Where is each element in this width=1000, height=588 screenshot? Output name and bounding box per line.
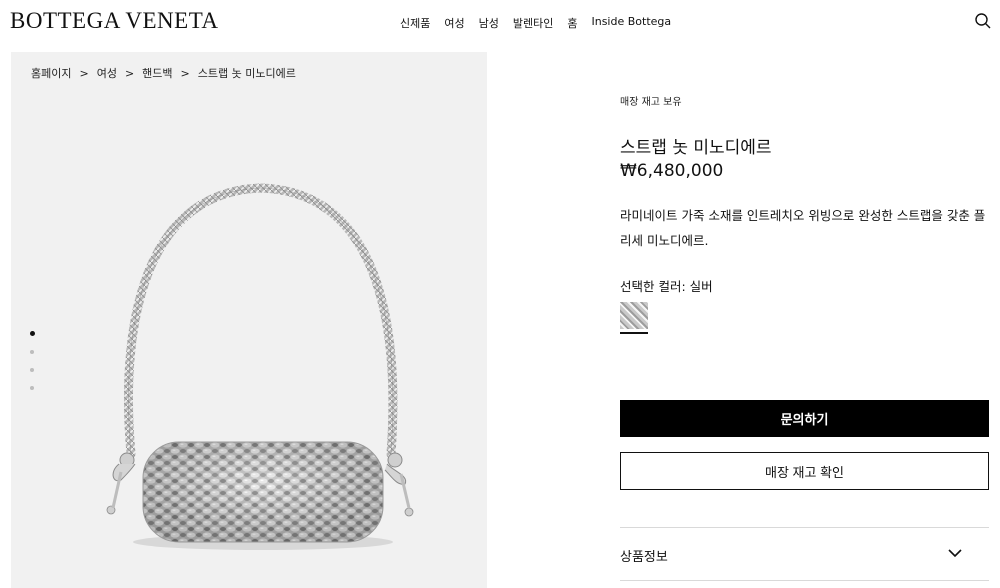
divider (620, 580, 989, 581)
selected-color-label: 선택한 컬러: 실버 (620, 279, 713, 294)
gallery-dot-1[interactable] (30, 331, 35, 336)
gallery-dot-3[interactable] (30, 368, 34, 372)
gallery-dot-2[interactable] (30, 350, 34, 354)
breadcrumb-separator: > (79, 67, 89, 80)
nav-item-men[interactable]: 남성 (479, 15, 499, 31)
breadcrumb-handbags[interactable]: 핸드백 (142, 67, 172, 80)
knot-left (106, 452, 136, 515)
breadcrumb-current: 스트랩 놋 미노디에르 (197, 67, 296, 80)
color-swatch-silver[interactable] (620, 302, 648, 334)
breadcrumb-separator: > (180, 67, 190, 80)
breadcrumb-women[interactable]: 여성 (97, 67, 117, 80)
breadcrumb: 홈페이지 > 여성 > 핸드백 > 스트랩 놋 미노디에르 (31, 65, 300, 81)
swatch-image (620, 302, 648, 329)
product-gallery: 홈페이지 > 여성 > 핸드백 > 스트랩 놋 미노디에르 (11, 52, 487, 588)
nav-item-women[interactable]: 여성 (444, 15, 464, 31)
inquire-button[interactable]: 문의하기 (620, 400, 989, 437)
nav-item-valentine[interactable]: 발렌타인 (513, 15, 553, 31)
gallery-dot-4[interactable] (30, 386, 34, 390)
check-store-stock-button[interactable]: 매장 재고 확인 (620, 452, 989, 490)
product-image[interactable] (91, 112, 431, 562)
nav-item-new[interactable]: 신제품 (400, 15, 430, 31)
product-description: 라미네이트 가죽 소재를 인트레치오 위빙으로 완성한 스트랩을 갖춘 플리세 … (620, 208, 986, 248)
product-info-label: 상품정보 (620, 550, 668, 565)
gallery-pagination (30, 331, 38, 404)
product-title: 스트랩 놋 미노디에르 (620, 138, 772, 158)
brand-logo[interactable]: BOTTEGA VENETA (10, 8, 219, 34)
product-details: 매장 재고 보유 스트랩 놋 미노디에르 ₩6,480,000 라미네이트 가죽… (620, 0, 990, 588)
chevron-down-icon (948, 549, 962, 558)
knot-right (384, 452, 414, 517)
breadcrumb-home[interactable]: 홈페이지 (31, 67, 71, 80)
product-info-accordion[interactable]: 상품정보 (620, 528, 989, 580)
product-price: ₩6,480,000 (620, 161, 724, 181)
breadcrumb-separator: > (124, 67, 135, 80)
stock-availability: 매장 재고 보유 (620, 97, 682, 108)
nav-item-home[interactable]: 홈 (567, 15, 577, 31)
